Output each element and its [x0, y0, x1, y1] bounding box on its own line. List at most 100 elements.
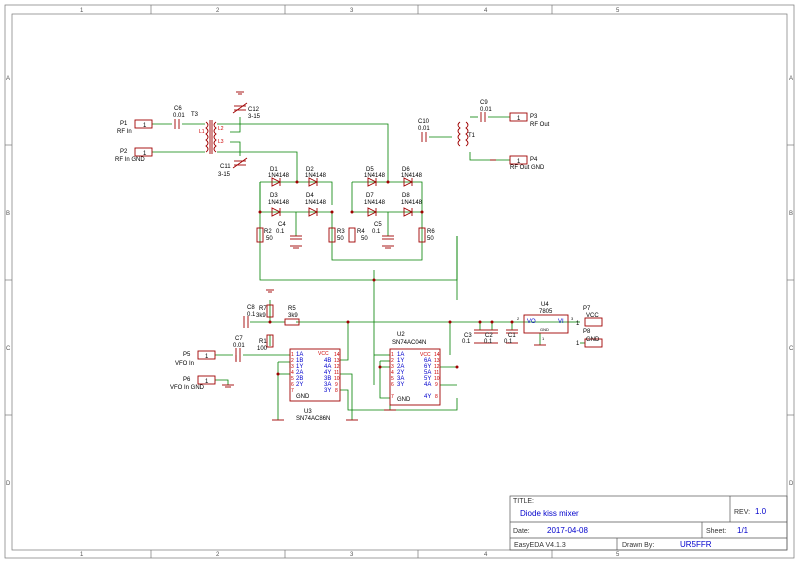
- t1-ref: T1: [468, 133, 476, 139]
- u3-lbl-2y: 2Y: [296, 382, 303, 388]
- p7-ref: P7: [583, 306, 591, 312]
- p4-ref: P4: [530, 157, 538, 163]
- d3-ref: D3: [270, 193, 278, 199]
- d4-ref: D4: [306, 193, 314, 199]
- u4-pin-3: 3: [571, 316, 574, 321]
- frame-col-3: 3: [350, 8, 354, 14]
- t3-l3: L3: [218, 139, 224, 145]
- d3-val: 1N4148: [268, 200, 290, 206]
- rev-label: REV:: [734, 509, 750, 516]
- u3-right-labels: 4B 4A 4Y 3B 3A 3Y: [324, 358, 331, 394]
- p8-name: GND: [586, 337, 600, 343]
- r2-ref: R2: [264, 229, 272, 235]
- frame-col-5-bottom: 5: [616, 552, 620, 558]
- p6-ref: P6: [183, 377, 191, 383]
- c8-ref: C8: [247, 305, 255, 311]
- u4-pin-1: 1: [542, 336, 545, 341]
- u2-right-pins: 14 13 12 11 10 9 8: [434, 352, 440, 400]
- u4-val: 7805: [539, 309, 553, 315]
- d1-val: 1N4148: [268, 173, 290, 179]
- c7-ref: C7: [235, 336, 243, 342]
- frame-col-2: 2: [216, 8, 220, 14]
- frame-col-2-bottom: 2: [216, 552, 220, 558]
- drawn-by-value: UR5FFR: [680, 540, 712, 549]
- frame-col-3-bottom: 3: [350, 552, 354, 558]
- frame-col-1-bottom: 1: [80, 552, 84, 558]
- c10-ref: C10: [418, 119, 430, 125]
- r5-ref: R5: [288, 306, 296, 312]
- junctions: [258, 180, 514, 376]
- p3-name: RF Out: [530, 122, 550, 128]
- p2-ref: P2: [120, 149, 128, 155]
- d5-val: 1N4148: [364, 173, 386, 179]
- d2-val: 1N4148: [305, 173, 327, 179]
- r5-val: 3k9: [288, 313, 298, 319]
- c6-ref: C6: [174, 106, 182, 112]
- c4-ref: C4: [278, 222, 286, 228]
- u3-left-labels: 1A 1B 1Y 2A 2B 2Y: [296, 352, 303, 388]
- frame-row-b-right: B: [789, 211, 793, 217]
- t3-l1: L1: [199, 129, 205, 135]
- d7-val: 1N4148: [364, 200, 386, 206]
- frame-row-d: D: [6, 481, 11, 487]
- d8-ref: D8: [402, 193, 410, 199]
- t3-ref: T3: [191, 112, 199, 118]
- p7-name: VCC: [586, 313, 599, 319]
- frame-col-4-bottom: 4: [484, 552, 488, 558]
- t3-l2: L2: [218, 126, 224, 132]
- u3-pin-8: 8: [335, 388, 338, 394]
- r3-val: 50: [337, 236, 344, 242]
- frame-row-b: B: [6, 211, 10, 217]
- frame-col-5: 5: [616, 8, 620, 14]
- p1-name: RF In: [117, 129, 132, 135]
- p6-name: VFO In GND: [170, 385, 205, 391]
- title-label: TITLE:: [513, 498, 534, 505]
- d4-val: 1N4148: [305, 200, 327, 206]
- c7-val: 0.01: [233, 343, 245, 349]
- u2-left-labels: 1A 1Y 2A 2Y 3A 3Y: [397, 352, 404, 388]
- u2-pin-9: 9: [435, 382, 438, 388]
- c11-val: 3-15: [218, 172, 231, 178]
- tool-version: EasyEDA V4.1.3: [514, 542, 566, 549]
- u3-lbl-3y: 3Y: [324, 388, 331, 394]
- part-graphics: [134, 91, 603, 421]
- u2-lbl-3y: 3Y: [397, 382, 404, 388]
- p8-ref: P8: [583, 329, 591, 335]
- title-value: Diode kiss mixer: [520, 509, 579, 518]
- frame-row-c-right: C: [789, 346, 794, 352]
- u3-left-pins: 1 2 3 4 5 6 7: [291, 352, 294, 394]
- p5-name: VFO In: [175, 361, 194, 367]
- r3-ref: R3: [337, 229, 345, 235]
- p5-ref: P5: [183, 352, 191, 358]
- r2-val: 50: [266, 236, 273, 242]
- u4-ref: U4: [541, 302, 549, 308]
- r1-val: 100: [257, 346, 268, 352]
- sheet-label: Sheet:: [706, 528, 726, 535]
- frame-col-4: 4: [484, 8, 488, 14]
- frame-row-d-right: D: [789, 481, 794, 487]
- u2-left-pins: 1 2 3 4 5 6 7: [391, 352, 394, 400]
- sheet-value: 1/1: [737, 526, 749, 535]
- frame-row-a: A: [6, 76, 10, 82]
- u2-pin-8: 8: [435, 394, 438, 400]
- u2-pin-6: 6: [391, 382, 394, 388]
- u3-gnd: GND: [296, 394, 310, 400]
- p1-ref: P1: [120, 121, 128, 127]
- p3-ref: P3: [530, 114, 538, 120]
- r7-ref: R7: [259, 306, 267, 312]
- u4-gnd: GND: [540, 327, 549, 332]
- r6-val: 50: [427, 236, 434, 242]
- p4-name: RF Out GND: [510, 165, 545, 171]
- date-value: 2017-04-08: [547, 526, 588, 535]
- frame-row-c: C: [6, 346, 11, 352]
- d6-val: 1N4148: [401, 173, 423, 179]
- drawn-by-label: Drawn By:: [622, 542, 654, 549]
- c11-ref: C11: [220, 164, 231, 170]
- schematic-sheet: 1 2 3 4 5 1 2 3 4 5 A B C D A B C D TITL…: [0, 0, 800, 565]
- d8-val: 1N4148: [401, 200, 423, 206]
- u2-ref: U2: [397, 332, 405, 338]
- c12-ref: C12: [248, 107, 260, 113]
- r4-ref: R4: [357, 229, 365, 235]
- u3-vcc: VCC: [318, 351, 329, 357]
- u2-val: SN74AC04N: [392, 340, 426, 346]
